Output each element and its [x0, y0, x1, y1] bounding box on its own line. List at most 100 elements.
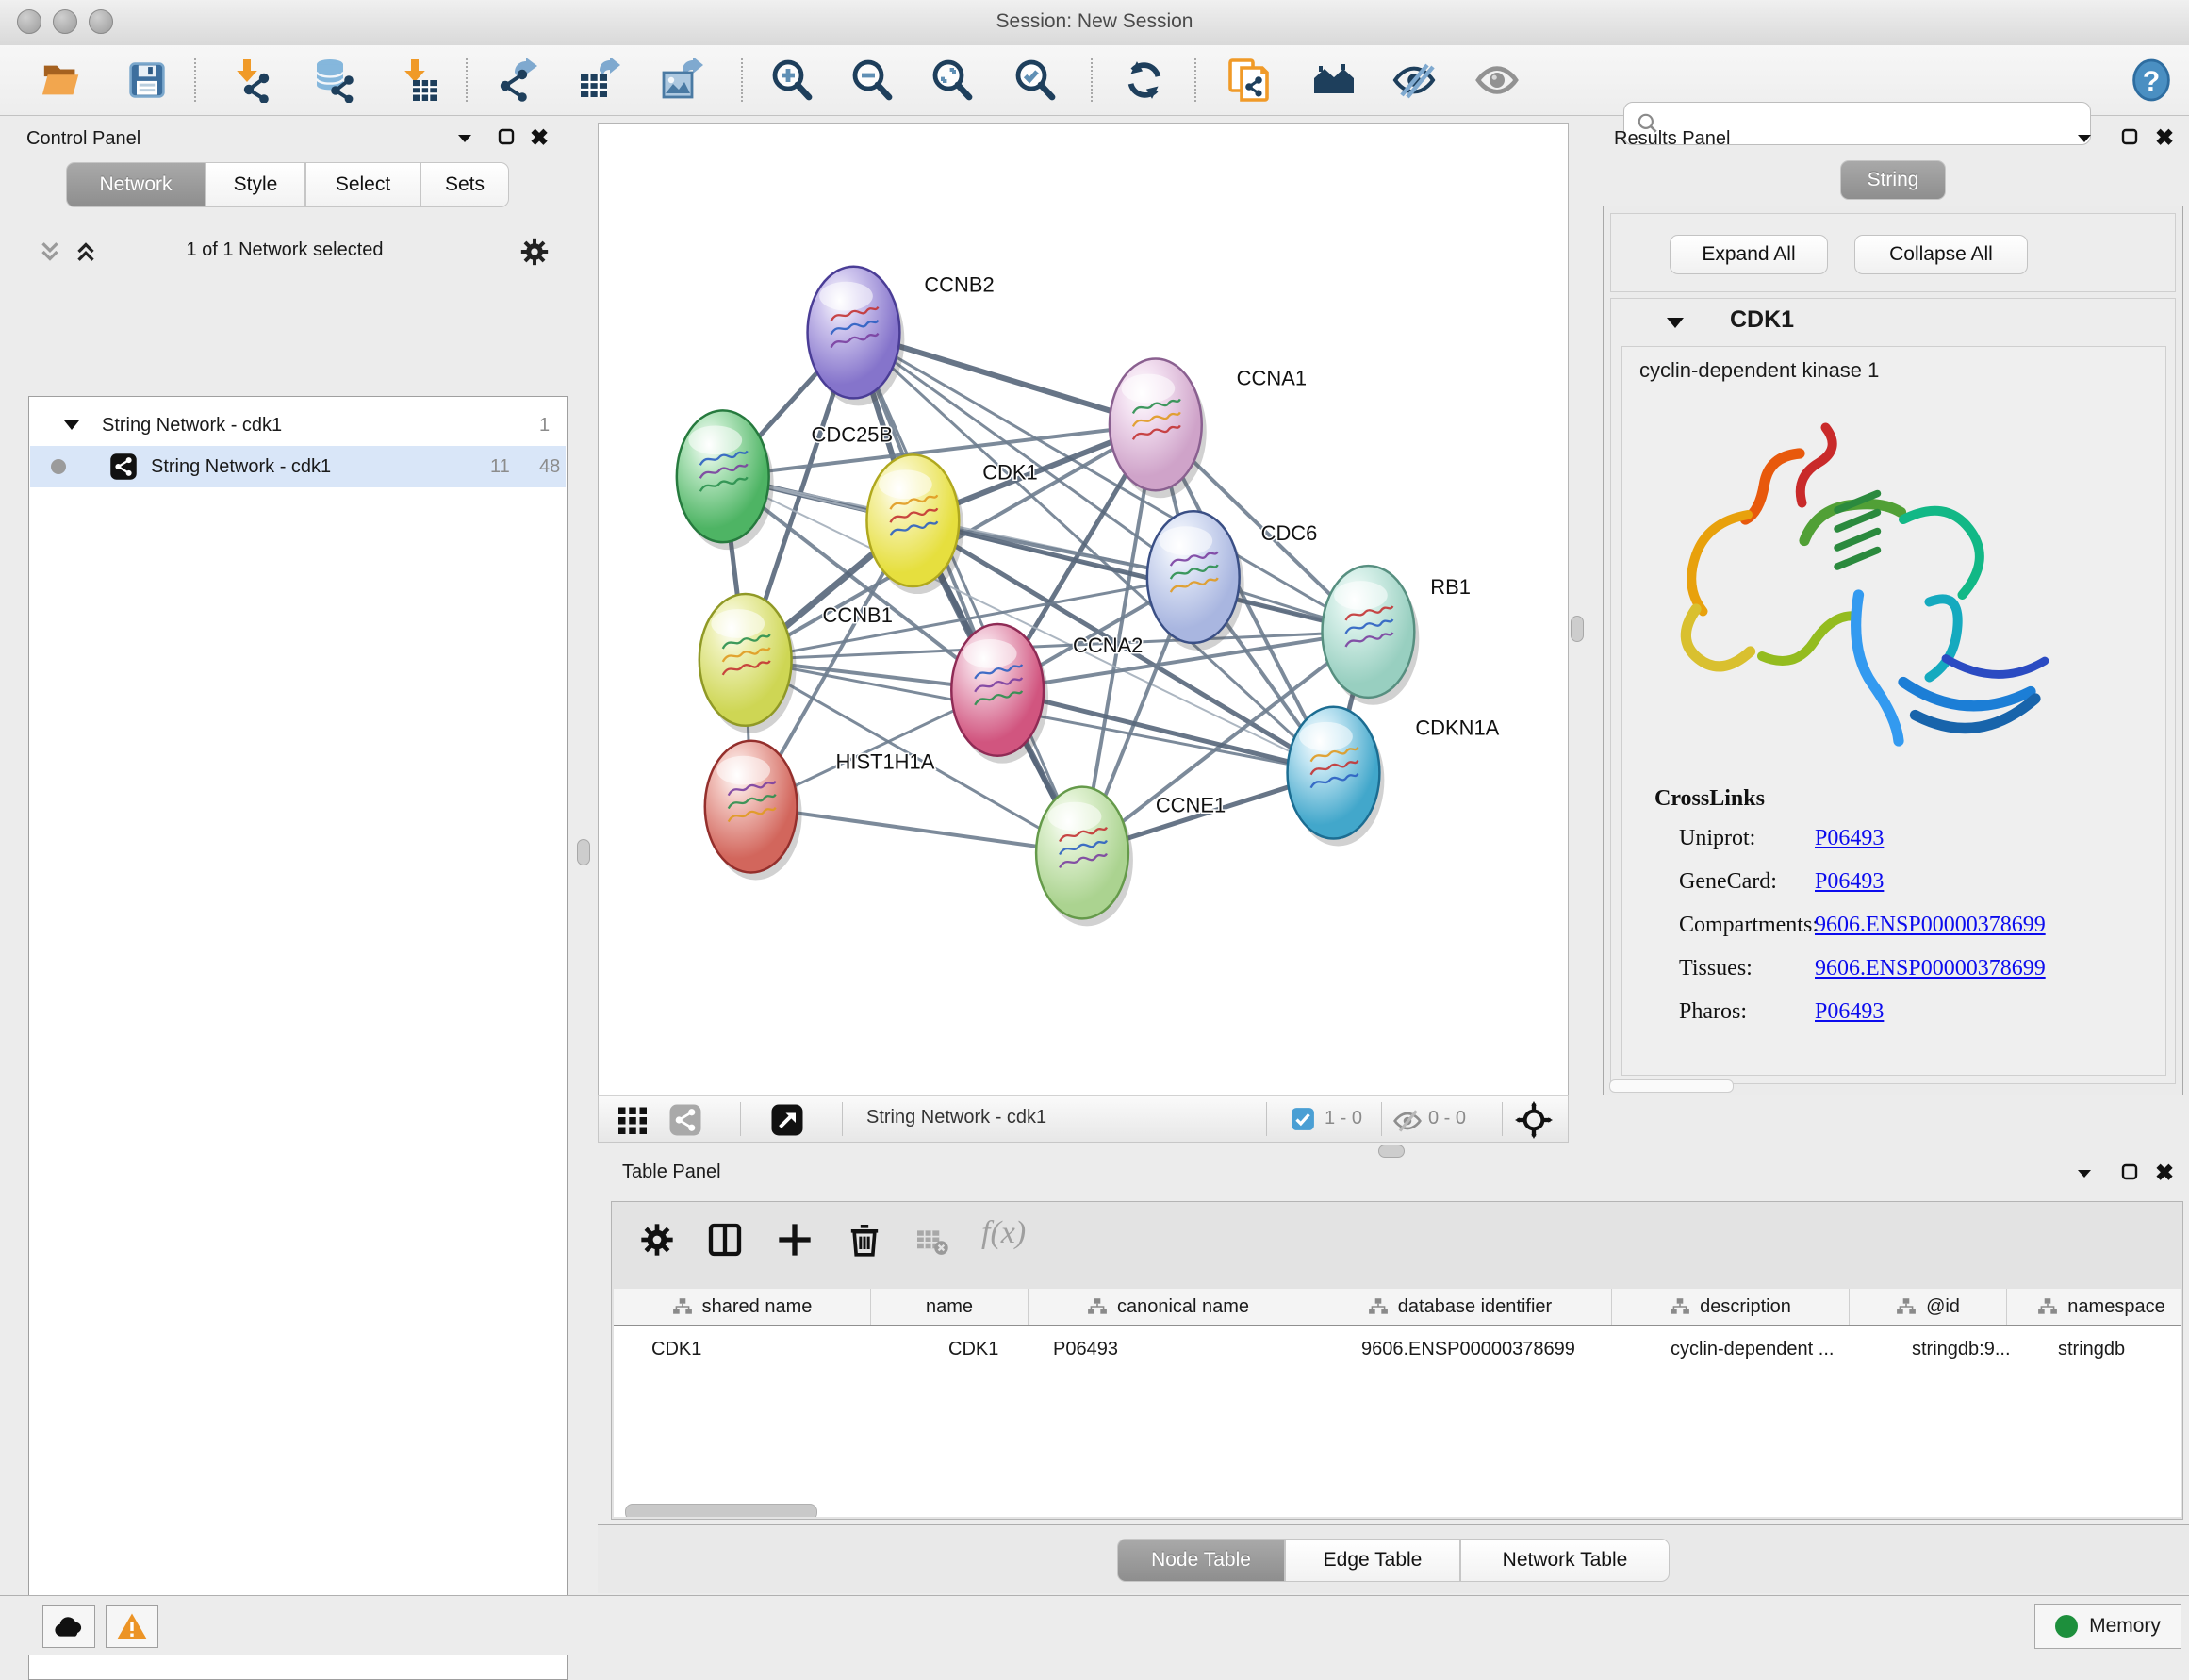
eye-icon — [1474, 57, 1520, 104]
column-header-canonical-name[interactable]: canonical name — [1029, 1289, 1308, 1325]
column-header-database-identifier[interactable]: database identifier — [1308, 1289, 1612, 1325]
right-splitter-handle[interactable] — [1571, 616, 1584, 642]
zoom-out-button[interactable] — [849, 58, 895, 103]
table-cell[interactable]: CDK1 — [651, 1332, 868, 1366]
panel-menu-icon[interactable] — [2074, 1165, 2095, 1180]
show-hidden-button[interactable] — [1474, 58, 1520, 103]
show-all-networks-button[interactable] — [1312, 58, 1358, 103]
tab-sets[interactable]: Sets — [420, 162, 509, 207]
column-header-shared-name[interactable]: shared name — [614, 1289, 871, 1325]
tab-string[interactable]: String — [1840, 160, 1946, 200]
tab-style[interactable]: Style — [206, 162, 305, 207]
column-header-id[interactable]: @id — [1850, 1289, 2007, 1325]
edge-CCNB2-CCNE1[interactable] — [853, 333, 1082, 853]
results-scrollbar-thumb[interactable] — [1609, 1079, 1734, 1093]
tab-node-table[interactable]: Node Table — [1117, 1539, 1285, 1582]
crosslink-link[interactable]: P06493 — [1815, 826, 1884, 851]
network-canvas[interactable]: CCNB2CCNA1CDC25BCDK1CDC6RB1CCNB1CCNA2CDK… — [598, 123, 1569, 1095]
column-header-description[interactable]: description — [1612, 1289, 1850, 1325]
save-session-button[interactable] — [124, 58, 170, 103]
export-table-button[interactable] — [577, 58, 622, 103]
cloud-button[interactable] — [42, 1605, 95, 1648]
left-splitter-handle[interactable] — [577, 839, 590, 865]
network-tree-root-row[interactable]: String Network - cdk1 1 — [30, 404, 566, 446]
crosslink-link[interactable]: P06493 — [1815, 869, 1884, 895]
toolbar-separator — [740, 1102, 741, 1136]
network-list-options-gear-icon[interactable] — [518, 236, 551, 268]
create-column-plus-icon[interactable] — [776, 1221, 814, 1259]
export-network-button[interactable] — [496, 58, 541, 103]
panel-float-icon[interactable] — [2119, 1161, 2140, 1182]
network-list: String Network - cdk1 1 String Network -… — [28, 396, 568, 1680]
zoom-fit-button[interactable] — [930, 58, 975, 103]
table-import-icon — [396, 58, 441, 103]
table-cell[interactable]: cyclin-dependent ... — [1671, 1332, 1897, 1366]
table-cell[interactable]: stringdb:9... — [1912, 1332, 2063, 1366]
panel-close-icon[interactable]: ✖ — [2155, 1160, 2174, 1187]
import-network-database-button[interactable] — [311, 58, 356, 103]
zoom-selected-button[interactable] — [1012, 58, 1058, 103]
tab-edge-table[interactable]: Edge Table — [1285, 1539, 1460, 1582]
node-CDC25B[interactable]: CDC25B — [677, 410, 893, 550]
panel-float-icon[interactable] — [496, 126, 517, 147]
birds-eye-view-icon[interactable] — [770, 1103, 804, 1137]
table-tabs-strip: Node Table Edge Table Network Table — [598, 1524, 2189, 1593]
fit-content-crosshair-icon[interactable] — [1515, 1101, 1553, 1139]
grid-view-icon[interactable] — [616, 1103, 650, 1137]
selected-checkbox-icon[interactable] — [1291, 1107, 1315, 1131]
table-cell[interactable]: 9606.ENSP00000378699 — [1361, 1332, 1654, 1366]
node-label-CCNA2: CCNA2 — [1073, 634, 1143, 657]
collapse-all-button[interactable]: Collapse All — [1854, 235, 2028, 274]
current-network-title: String Network - cdk1 — [866, 1107, 1046, 1128]
panel-float-icon[interactable] — [2119, 126, 2140, 147]
network-row-selected[interactable]: String Network - cdk1 11 48 — [30, 446, 566, 487]
copy-network-button[interactable] — [1226, 58, 1271, 103]
column-header-namespace[interactable]: namespace — [2007, 1289, 2181, 1325]
import-network-file-button[interactable] — [228, 58, 273, 103]
node-RB1[interactable]: RB1 — [1323, 566, 1471, 705]
node-label-CDK1: CDK1 — [982, 460, 1038, 484]
warnings-button[interactable] — [106, 1605, 158, 1648]
open-folder-icon — [41, 58, 84, 102]
table-cell[interactable]: P06493 — [1053, 1332, 1317, 1366]
tab-network[interactable]: Network — [66, 162, 206, 207]
node-CCNB2[interactable]: CCNB2 — [808, 267, 995, 406]
delete-column-trash-icon[interactable] — [846, 1221, 883, 1259]
table-hscrollbar-thumb[interactable] — [625, 1504, 817, 1517]
column-type-icon — [1087, 1297, 1108, 1316]
open-session-button[interactable] — [40, 58, 85, 103]
crosslink-link[interactable]: 9606.ENSP00000378699 — [1815, 913, 2046, 938]
hide-selected-button[interactable] — [1391, 58, 1437, 103]
panel-menu-icon[interactable] — [2074, 130, 2095, 145]
network-view-share-icon[interactable] — [668, 1103, 702, 1137]
node-CDKN1A[interactable]: CDKN1A — [1288, 707, 1500, 847]
tab-network-table[interactable]: Network Table — [1460, 1539, 1670, 1582]
horizontal-splitter-handle[interactable] — [1378, 1145, 1405, 1158]
section-collapse-icon[interactable] — [1664, 314, 1687, 331]
toolbar-separator — [842, 1102, 843, 1136]
help-button[interactable]: ? — [2129, 58, 2174, 103]
tab-select[interactable]: Select — [305, 162, 420, 207]
hidden-eye-slash-icon[interactable] — [1392, 1106, 1423, 1136]
table-cell[interactable]: stringdb — [2058, 1332, 2181, 1366]
panel-menu-icon[interactable] — [454, 130, 475, 145]
copy-documents-icon — [1226, 57, 1271, 104]
refresh-layout-button[interactable] — [1122, 58, 1167, 103]
zoom-in-button[interactable] — [769, 58, 815, 103]
selected-count-label: 1 - 0 — [1325, 1108, 1362, 1129]
show-columns-icon[interactable] — [706, 1221, 744, 1259]
node-HIST1H1A[interactable]: HIST1H1A — [705, 741, 935, 881]
column-header-name[interactable]: name — [871, 1289, 1029, 1325]
export-image-button[interactable] — [660, 58, 705, 103]
memory-button[interactable]: Memory — [2034, 1604, 2181, 1649]
title-bar: Session: New Session — [0, 0, 2189, 46]
crosslink-link[interactable]: P06493 — [1815, 999, 1884, 1025]
crosslink-link[interactable]: 9606.ENSP00000378699 — [1815, 956, 2046, 981]
panel-close-icon[interactable]: ✖ — [2155, 124, 2174, 152]
expand-all-button[interactable]: Expand All — [1670, 235, 1828, 274]
tree-expand-icon[interactable] — [62, 418, 81, 433]
table-options-gear-icon[interactable] — [638, 1221, 676, 1259]
import-table-button[interactable] — [396, 58, 441, 103]
panel-close-icon[interactable]: ✖ — [530, 124, 549, 152]
node-CCNE1[interactable]: CCNE1 — [1036, 787, 1226, 927]
